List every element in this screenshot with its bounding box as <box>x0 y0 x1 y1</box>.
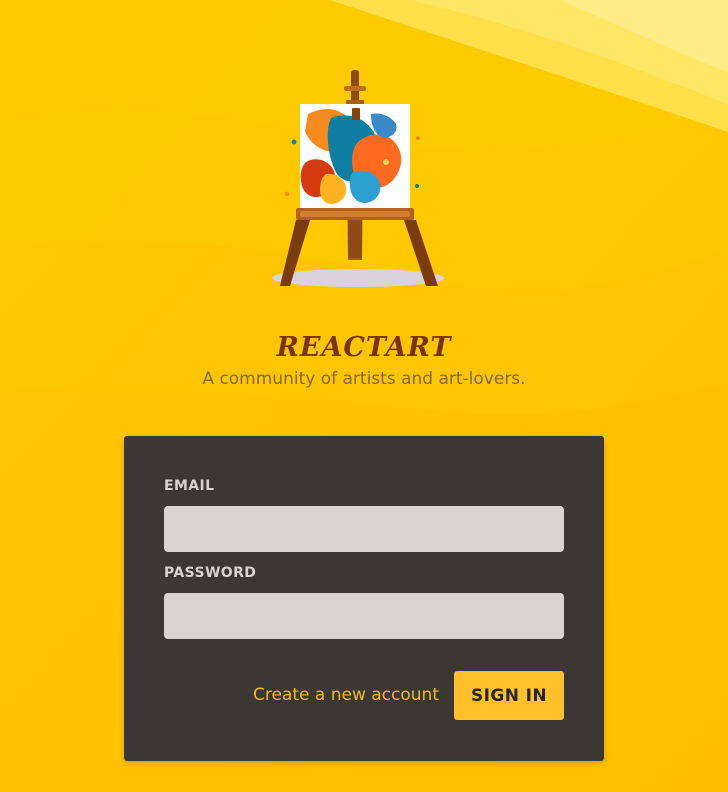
password-input[interactable] <box>164 593 564 639</box>
email-input[interactable] <box>164 506 564 552</box>
create-account-link[interactable]: Create a new account <box>234 680 439 710</box>
brand-title: REACTART <box>276 332 452 363</box>
login-card: EMAIL PASSWORD Create a new account SIGN… <box>124 436 604 761</box>
sign-in-button[interactable]: SIGN IN <box>454 671 564 720</box>
password-label: PASSWORD <box>164 565 257 581</box>
brand-tagline: A community of artists and art-lovers. <box>202 369 526 389</box>
hero-section: REACTART A community of artists and art-… <box>0 0 728 400</box>
email-label: EMAIL <box>164 478 215 494</box>
easel-painting-illustration <box>272 70 444 287</box>
